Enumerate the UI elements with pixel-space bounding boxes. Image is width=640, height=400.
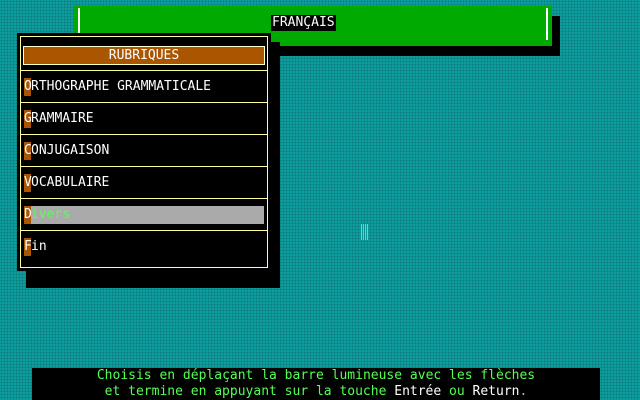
menu-item-label: in <box>31 239 47 254</box>
return-key-label: Return <box>472 384 520 399</box>
menu-item-vocabulaire[interactable]: VOCABULAIRE <box>24 174 264 192</box>
instruction-bar: Choisis en déplaçant la barre lumineuse … <box>32 368 600 400</box>
hotkey-letter: V <box>24 174 32 192</box>
menu-item-divers[interactable]: Divers <box>24 206 264 224</box>
hotkey-letter: F <box>24 238 32 256</box>
menu-item-label: RTHOGRAPHE GRAMMATICALE <box>31 79 212 94</box>
hotkey-letter: G <box>24 110 32 128</box>
enter-key-label: Entrée <box>394 384 442 399</box>
app-title: FRANÇAIS <box>271 15 336 31</box>
menu-item-grammaire[interactable]: GRAMMAIRE <box>24 110 264 128</box>
menu-item-label: ivers <box>31 207 71 222</box>
menu-item-label: RAMMAIRE <box>31 111 94 126</box>
rubriques-menu: RUBRIQUES ORTHOGRAPHE GRAMMATICALE GRAMM… <box>17 33 271 271</box>
menu-separator <box>21 166 267 167</box>
instruction-line-2: et termine en appuyant sur la touche Ent… <box>32 384 600 400</box>
text-cursor <box>361 224 368 240</box>
menu-separator <box>21 198 267 199</box>
menu-item-orthographe[interactable]: ORTHOGRAPHE GRAMMATICALE <box>24 78 264 96</box>
menu-item-conjugaison[interactable]: CONJUGAISON <box>24 142 264 160</box>
instruction-text: et termine en appuyant sur la touche <box>104 384 395 399</box>
hotkey-letter: D <box>24 206 32 224</box>
menu-separator <box>21 70 267 71</box>
hotkey-letter: O <box>24 78 32 96</box>
instruction-line-1: Choisis en déplaçant la barre lumineuse … <box>96 368 536 383</box>
instruction-text: ou <box>441 384 473 399</box>
instruction-text: . <box>519 384 528 399</box>
hotkey-letter: C <box>24 142 32 160</box>
menu-separator <box>21 230 267 231</box>
menu-separator <box>21 134 267 135</box>
menu-item-label: OCABULAIRE <box>31 175 110 190</box>
menu-item-fin[interactable]: Fin <box>24 238 264 256</box>
menu-item-label: ONJUGAISON <box>31 143 110 158</box>
menu-header: RUBRIQUES <box>23 46 265 65</box>
menu-separator <box>21 102 267 103</box>
